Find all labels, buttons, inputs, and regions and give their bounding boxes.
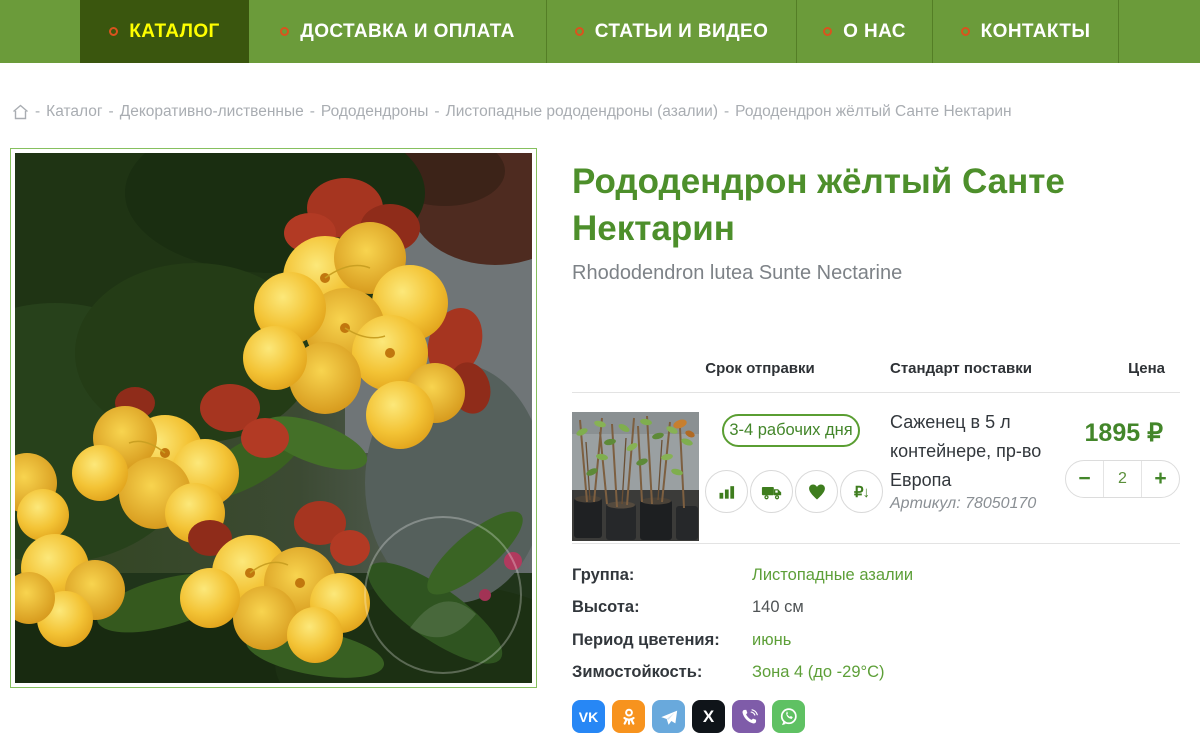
qty-increase-button[interactable]: +	[1142, 461, 1179, 497]
quantity-stepper: − 2 +	[1065, 460, 1180, 498]
breadcrumb-separator: -	[724, 103, 729, 121]
nav-item-contacts[interactable]: КОНТАКТЫ	[932, 0, 1119, 63]
share-telegram-button[interactable]	[652, 700, 685, 733]
product-photo[interactable]	[10, 148, 537, 688]
nav-item-delivery-payment[interactable]: ДОСТАВКА И ОПЛАТА	[249, 0, 546, 63]
column-header-standard: Стандарт поставки	[890, 360, 1032, 377]
attribute-value-group[interactable]: Листопадные азалии	[752, 566, 913, 585]
table-divider	[572, 543, 1180, 544]
telegram-icon	[659, 707, 679, 727]
column-header-price: Цена	[1085, 360, 1165, 377]
bullet-icon	[823, 27, 832, 36]
offer-thumbnail[interactable]	[572, 412, 699, 541]
viber-phone-icon	[739, 707, 759, 727]
share-whatsapp-button[interactable]	[772, 700, 805, 733]
breadcrumb-item-current: Рододендрон жёлтый Санте Нектарин	[735, 103, 1011, 121]
share-vk-button[interactable]: VK	[572, 700, 605, 733]
share-odnoklassniki-button[interactable]	[612, 700, 645, 733]
share-viber-button[interactable]	[732, 700, 765, 733]
attribute-label-group: Группа:	[572, 566, 634, 585]
vk-icon: VK	[579, 709, 598, 725]
attribute-value-winter-hardiness[interactable]: Зона 4 (до -29°C)	[752, 663, 885, 682]
bar-chart-icon	[717, 482, 737, 502]
quantity-value[interactable]: 2	[1103, 461, 1142, 497]
nav-item-about[interactable]: О НАС	[796, 0, 932, 63]
price-drop-subscribe-button[interactable]: ₽↓	[840, 470, 883, 513]
x-icon: X	[703, 707, 714, 727]
heart-icon	[807, 482, 827, 502]
truck-icon	[761, 481, 783, 503]
attribute-label-bloom-period: Период цветения:	[572, 631, 720, 650]
delivery-button[interactable]	[750, 470, 793, 513]
compare-button[interactable]	[705, 470, 748, 513]
breadcrumb-item-rhododendrons[interactable]: Рододендроны	[321, 103, 428, 121]
attribute-label-height: Высота:	[572, 598, 640, 617]
price: 1895 ₽	[1013, 418, 1163, 448]
page-title: Рододендрон жёлтый Санте Нектарин	[572, 158, 1172, 252]
main-nav: КАТАЛОГ ДОСТАВКА И ОПЛАТА СТАТЬИ И ВИДЕО…	[0, 0, 1200, 63]
offer-action-buttons: ₽↓	[705, 470, 883, 513]
share-x-button[interactable]: X	[692, 700, 725, 733]
nav-item-articles-video[interactable]: СТАТЬИ И ВИДЕО	[546, 0, 796, 63]
breadcrumb-separator: -	[109, 103, 114, 121]
column-header-shipping: Срок отправки	[690, 360, 830, 377]
attribute-value-height: 140 см	[752, 598, 804, 617]
nav-item-label: СТАТЬИ И ВИДЕО	[595, 21, 769, 43]
ruble-down-icon: ₽↓	[854, 483, 869, 501]
sku: Артикул: 78050170	[890, 495, 1036, 513]
breadcrumb-separator: -	[434, 103, 439, 121]
nav-item-catalog[interactable]: КАТАЛОГ	[80, 0, 249, 63]
favorite-button[interactable]	[795, 470, 838, 513]
nav-item-label: КОНТАКТЫ	[981, 21, 1091, 43]
home-icon[interactable]	[12, 104, 29, 120]
social-share-bar: VK X	[572, 700, 805, 733]
bullet-icon	[109, 27, 118, 36]
odnoklassniki-icon	[619, 707, 639, 727]
breadcrumb-item-catalog[interactable]: Каталог	[46, 103, 102, 121]
breadcrumb-separator: -	[310, 103, 315, 121]
main-nav-items: КАТАЛОГ ДОСТАВКА И ОПЛАТА СТАТЬИ И ВИДЕО…	[80, 0, 1119, 63]
breadcrumb: - Каталог - Декоративно-лиственные - Род…	[12, 103, 1012, 121]
attribute-label-winter-hardiness: Зимостойкость:	[572, 663, 702, 682]
breadcrumb-separator: -	[35, 103, 40, 121]
bullet-icon	[961, 27, 970, 36]
table-divider	[572, 392, 1180, 393]
page: КАТАЛОГ ДОСТАВКА И ОПЛАТА СТАТЬИ И ВИДЕО…	[0, 0, 1200, 740]
bullet-icon	[575, 27, 584, 36]
breadcrumb-item-deciduous[interactable]: Декоративно-лиственные	[120, 103, 304, 121]
whatsapp-icon	[778, 706, 799, 727]
nav-item-label: ДОСТАВКА И ОПЛАТА	[300, 21, 514, 43]
azalea-photo-illustration	[15, 153, 532, 683]
nav-item-label: КАТАЛОГ	[129, 21, 219, 43]
shipping-badge: 3-4 рабочих дня	[722, 414, 860, 447]
latin-name: Rhododendron lutea Sunte Nectarine	[572, 262, 902, 285]
seedling-thumbnail-illustration	[572, 412, 699, 541]
attribute-value-bloom-period[interactable]: июнь	[752, 631, 791, 650]
nav-item-label: О НАС	[843, 21, 906, 43]
qty-decrease-button[interactable]: −	[1066, 461, 1103, 497]
bullet-icon	[280, 27, 289, 36]
breadcrumb-item-azaleas[interactable]: Листопадные рододендроны (азалии)	[446, 103, 718, 121]
